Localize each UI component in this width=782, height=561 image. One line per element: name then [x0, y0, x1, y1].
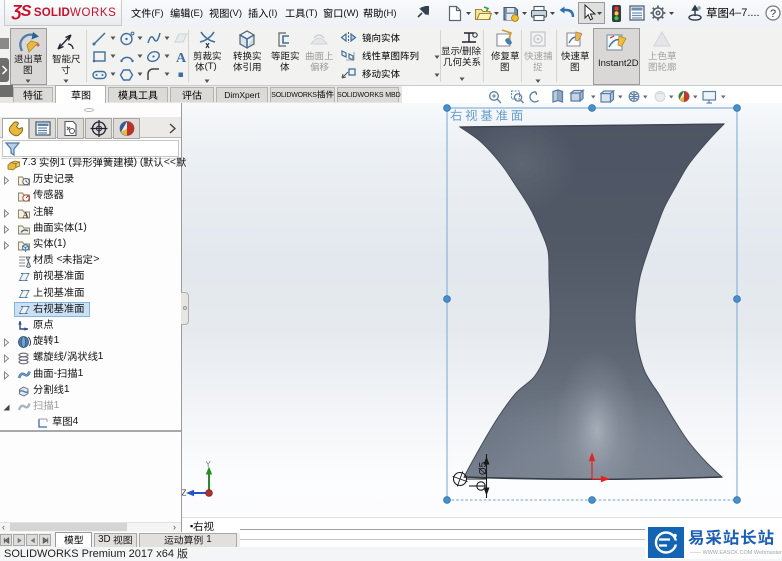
svg-text:?: ? — [770, 8, 776, 20]
svg-text:A: A — [23, 211, 29, 220]
svg-text:A: A — [176, 51, 187, 64]
svg-text:Y: Y — [206, 460, 212, 469]
svg-text:Z: Z — [182, 489, 187, 498]
